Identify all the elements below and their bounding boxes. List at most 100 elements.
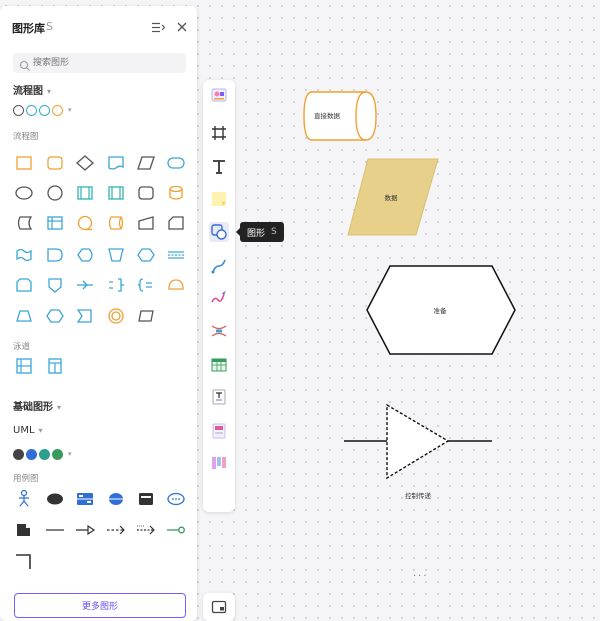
- search-input[interactable]: [13, 53, 186, 73]
- use-case-shape[interactable]: [44, 488, 66, 510]
- direct-data-label: 直接数据: [314, 112, 340, 120]
- decision-shape[interactable]: [74, 152, 96, 174]
- mindmap-tool-icon[interactable]: [209, 321, 229, 341]
- sticky-note-tool-icon[interactable]: [209, 189, 229, 209]
- flowchart-subtitle: 流程图: [13, 132, 39, 142]
- card-tool-icon[interactable]: [209, 421, 229, 441]
- chevron-down-icon[interactable]: ▾: [68, 106, 72, 114]
- horizontal-swimlane-shape[interactable]: [13, 355, 35, 377]
- minimap-button[interactable]: [203, 593, 235, 621]
- more-tools-icon[interactable]: ···: [413, 571, 429, 582]
- provided-interface-shape[interactable]: [165, 519, 187, 541]
- terminator-shape[interactable]: [165, 152, 187, 174]
- chevron-down-icon[interactable]: ▾: [68, 450, 72, 458]
- direct-data-shape[interactable]: [105, 212, 127, 234]
- alternate-process-shape[interactable]: [135, 182, 157, 204]
- tape-shape[interactable]: [13, 244, 35, 266]
- swatch-blue[interactable]: [26, 104, 37, 116]
- curly-annotation-shape[interactable]: [135, 274, 157, 296]
- control-transfer-node[interactable]: [342, 403, 496, 481]
- swatch-orange[interactable]: [52, 104, 63, 116]
- uml-color-swatches[interactable]: ▾: [13, 448, 72, 460]
- section-basic-title[interactable]: 基础图形 ▾: [13, 398, 61, 413]
- flowchart-color-swatches[interactable]: ▾: [13, 104, 72, 116]
- include-arrow-shape[interactable]: [135, 519, 157, 541]
- display-shape[interactable]: [74, 244, 96, 266]
- template-tool-icon[interactable]: [209, 85, 229, 105]
- vertical-toolbar: ···: [203, 80, 427, 582]
- section-basic-label: 基础图形: [13, 402, 53, 413]
- list-settings-icon[interactable]: [150, 19, 166, 35]
- hexagon-shape[interactable]: [44, 305, 66, 327]
- actor-shape[interactable]: [13, 488, 35, 510]
- panel-title: 图形库: [12, 22, 45, 35]
- tooltip-shortcut: S: [271, 227, 277, 237]
- swatch-blue[interactable]: [26, 448, 37, 460]
- table-tool-icon[interactable]: [209, 355, 229, 375]
- shape-tool-icon[interactable]: [209, 222, 229, 242]
- section-uml-title[interactable]: UML ▾: [13, 425, 43, 436]
- parallel-mode-shape[interactable]: [165, 244, 187, 266]
- manual-input-shape[interactable]: [135, 212, 157, 234]
- stored-data-shape[interactable]: [13, 212, 35, 234]
- swatch-teal[interactable]: [39, 448, 50, 460]
- generalization-arrow-shape[interactable]: [74, 519, 96, 541]
- merge-arrow-shape[interactable]: [74, 274, 96, 296]
- caret-icon: ▾: [47, 87, 52, 96]
- class-shape[interactable]: [74, 488, 96, 510]
- loop-limit-shape[interactable]: [13, 274, 35, 296]
- swatch-teal[interactable]: [39, 104, 50, 116]
- slanted-rectangle-shape[interactable]: [135, 305, 157, 327]
- subprocess-shape[interactable]: [105, 182, 127, 204]
- double-circle-shape[interactable]: [105, 305, 127, 327]
- swatch-green[interactable]: [52, 448, 63, 460]
- circle-shape[interactable]: [44, 182, 66, 204]
- preparation-shape[interactable]: [135, 244, 157, 266]
- association-line-shape[interactable]: [44, 519, 66, 541]
- pen-tool-icon[interactable]: [209, 288, 229, 308]
- trapezoid-shape[interactable]: [13, 305, 35, 327]
- database-shape[interactable]: [165, 182, 187, 204]
- delay-shape[interactable]: [44, 244, 66, 266]
- preparation-node-label: 准备: [433, 307, 447, 315]
- data-shape[interactable]: [135, 152, 157, 174]
- frame-tool-icon[interactable]: [209, 123, 229, 143]
- document-shape[interactable]: [105, 152, 127, 174]
- process-shape[interactable]: [13, 152, 35, 174]
- ellipse-shape[interactable]: [13, 182, 35, 204]
- tooltip-label: 图形: [247, 228, 266, 239]
- vertical-swimlane-shape[interactable]: [44, 355, 66, 377]
- card-shape[interactable]: [165, 212, 187, 234]
- dependency-arrow-shape[interactable]: [105, 519, 127, 541]
- swatch-dark[interactable]: [13, 448, 24, 460]
- close-icon[interactable]: [174, 19, 190, 35]
- minimap-icon: [211, 600, 227, 614]
- direct-data-node[interactable]: [300, 88, 382, 144]
- more-shapes-button[interactable]: 更多图形: [14, 593, 186, 618]
- document-tool-icon[interactable]: [209, 387, 229, 407]
- swatch-gray[interactable]: [13, 104, 24, 116]
- sequential-data-shape[interactable]: [74, 212, 96, 234]
- section-flowchart-title[interactable]: 流程图 ▾: [13, 82, 51, 97]
- text-tool-icon[interactable]: [209, 157, 229, 177]
- section-uml-label: UML: [13, 425, 35, 436]
- rounded-process-shape[interactable]: [44, 152, 66, 174]
- internal-storage-shape[interactable]: [44, 212, 66, 234]
- interface-shape[interactable]: [135, 488, 157, 510]
- off-page-connector-shape[interactable]: [44, 274, 66, 296]
- annotation-bracket-shape[interactable]: [105, 274, 127, 296]
- boundary-shape[interactable]: [105, 488, 127, 510]
- connector-tool-icon[interactable]: [209, 256, 229, 276]
- uml-subtitle: 用例图: [13, 474, 39, 484]
- step-shape[interactable]: [74, 305, 96, 327]
- half-circle-shape[interactable]: [165, 274, 187, 296]
- predefined-process-shape[interactable]: [74, 182, 96, 204]
- kanban-tool-icon[interactable]: [209, 453, 229, 473]
- search-icon: [19, 57, 31, 71]
- manual-operation-shape[interactable]: [105, 244, 127, 266]
- swimlane-subtitle: 泳道: [13, 342, 31, 352]
- section-flowchart-label: 流程图: [13, 86, 43, 97]
- component-shape[interactable]: [165, 488, 187, 510]
- note-shape[interactable]: [13, 519, 35, 541]
- corner-connector-shape[interactable]: [13, 550, 35, 572]
